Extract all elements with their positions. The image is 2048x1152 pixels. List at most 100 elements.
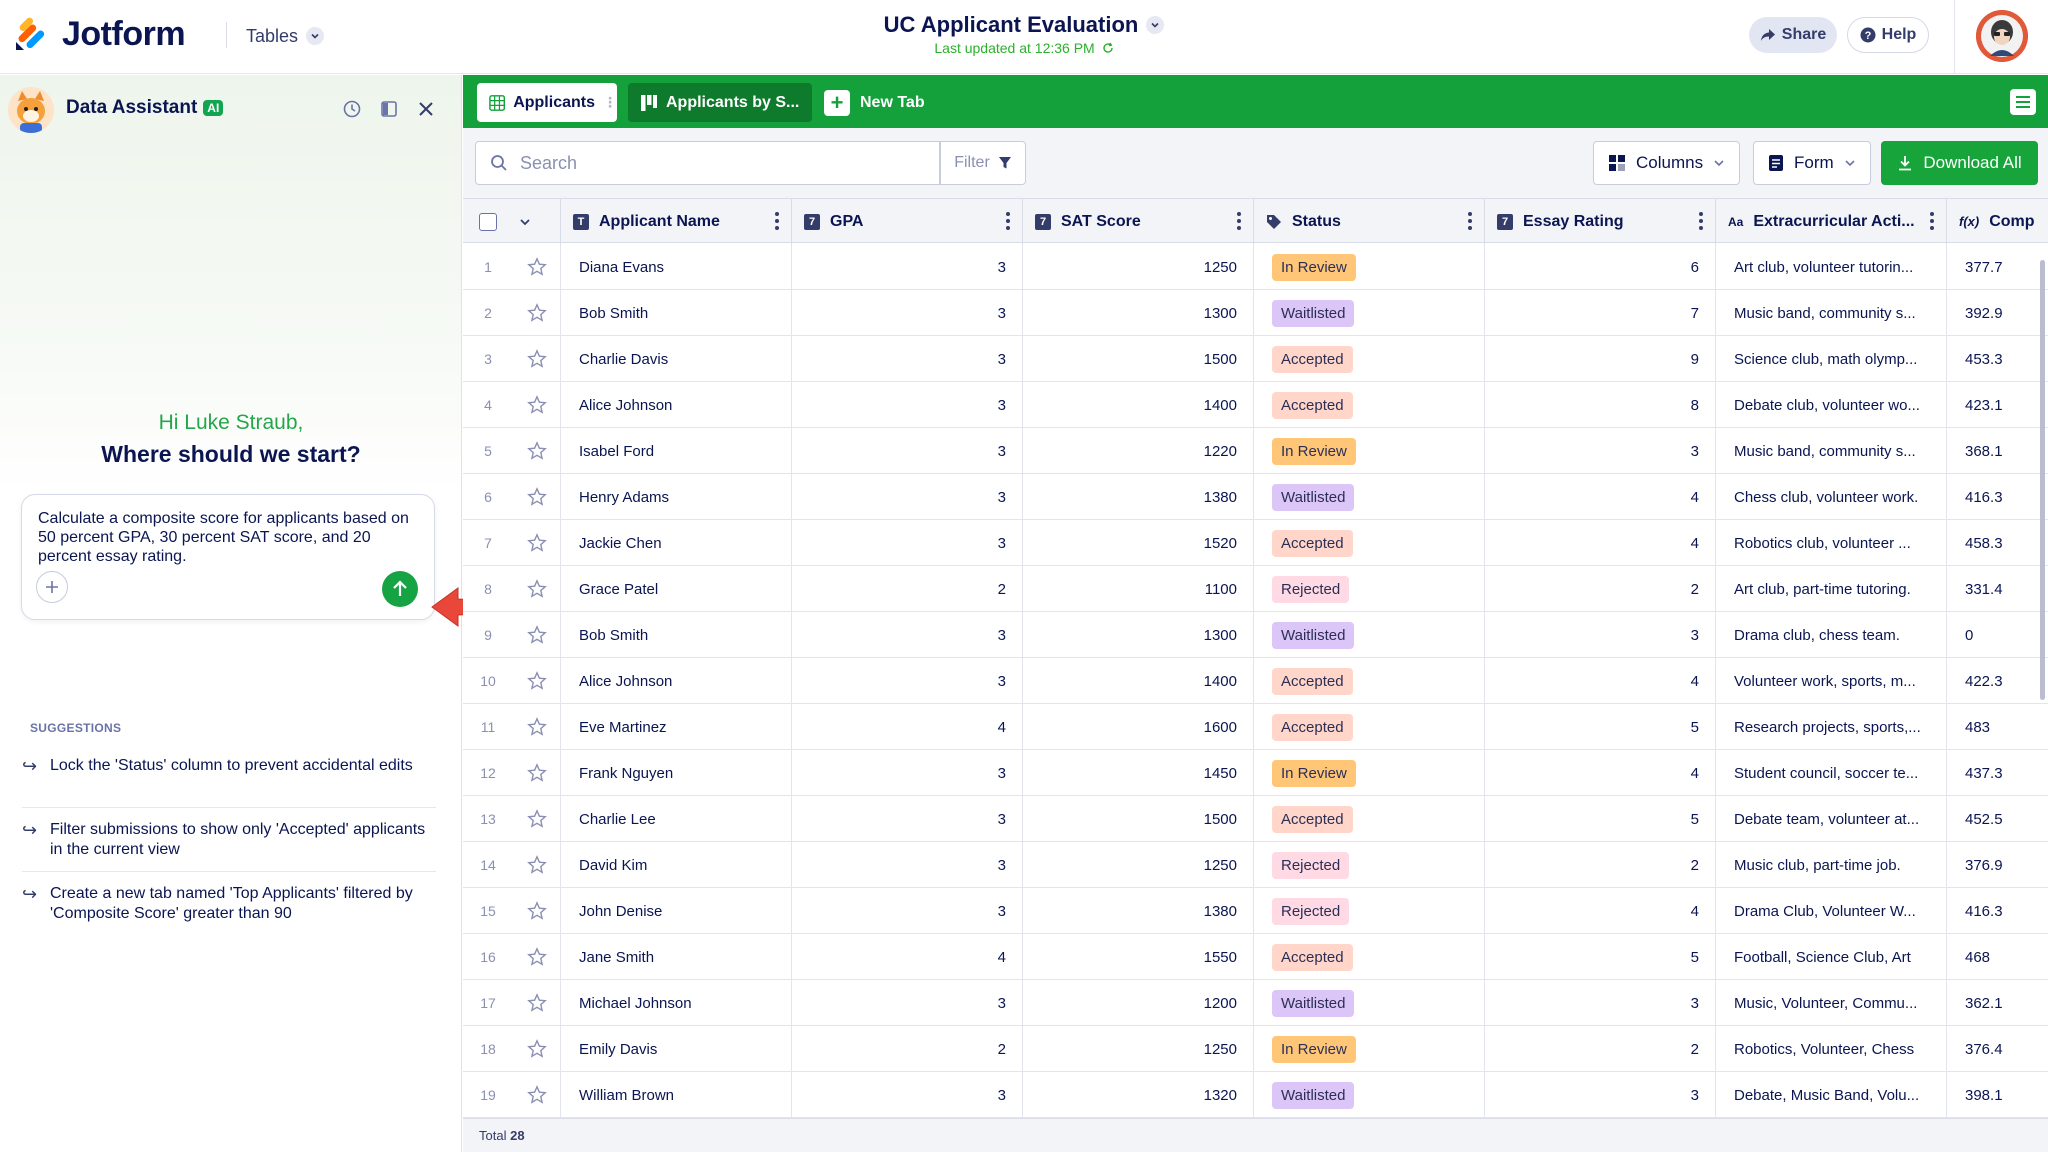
- essay-rating-cell[interactable]: 4: [1485, 658, 1716, 704]
- sat-score-cell[interactable]: 1380: [1023, 474, 1254, 520]
- applicant-name-cell[interactable]: Emily Davis: [561, 1026, 792, 1072]
- extracurricular-cell[interactable]: Debate, Music Band, Volu...: [1716, 1072, 1947, 1118]
- suggestion-item[interactable]: ↪ Filter submissions to show only 'Accep…: [22, 820, 436, 860]
- extracurricular-cell[interactable]: Chess club, volunteer work.: [1716, 474, 1947, 520]
- applicant-name-cell[interactable]: Bob Smith: [561, 612, 792, 658]
- new-tab-button[interactable]: + New Tab: [824, 83, 925, 122]
- gpa-cell[interactable]: 4: [792, 704, 1023, 750]
- sat-score-cell[interactable]: 1220: [1023, 428, 1254, 474]
- column-header-composite[interactable]: f(x) Comp: [1947, 199, 2048, 244]
- composite-score-cell[interactable]: 331.4: [1947, 566, 2048, 612]
- composite-score-cell[interactable]: 458.3: [1947, 520, 2048, 566]
- table-row[interactable]: 2 Bob Smith 3 1300 Waitlisted 7 Music band, co…: [463, 290, 2048, 336]
- composite-score-cell[interactable]: 377.7: [1947, 244, 2048, 290]
- composite-score-cell[interactable]: 422.3: [1947, 658, 2048, 704]
- column-header-applicant-name[interactable]: T Applicant Name: [561, 199, 792, 244]
- essay-rating-cell[interactable]: 4: [1485, 888, 1716, 934]
- table-row[interactable]: 15 John Denise 3 1380 Rejected 4 Drama Club, V…: [463, 888, 2048, 934]
- star-icon[interactable]: [513, 290, 561, 336]
- star-icon[interactable]: [513, 658, 561, 704]
- download-all-button[interactable]: Download All: [1881, 141, 2038, 185]
- table-row[interactable]: 16 Jane Smith 4 1550 Accepted 5 Football, Scie…: [463, 934, 2048, 980]
- essay-rating-cell[interactable]: 2: [1485, 1026, 1716, 1072]
- chevron-down-icon[interactable]: [519, 216, 531, 228]
- table-row[interactable]: 19 William Brown 3 1320 Waitlisted 3 Debate, M…: [463, 1072, 2048, 1118]
- select-all-checkbox[interactable]: [479, 212, 497, 231]
- gpa-cell[interactable]: 3: [792, 1072, 1023, 1118]
- extracurricular-cell[interactable]: Music band, community s...: [1716, 428, 1947, 474]
- status-cell[interactable]: Accepted: [1254, 382, 1485, 428]
- essay-rating-cell[interactable]: 9: [1485, 336, 1716, 382]
- status-cell[interactable]: Rejected: [1254, 888, 1485, 934]
- sidebar-toggle-icon[interactable]: [377, 97, 401, 121]
- table-row[interactable]: 6 Henry Adams 3 1380 Waitlisted 4 Chess club, …: [463, 474, 2048, 520]
- extracurricular-cell[interactable]: Student council, soccer te...: [1716, 750, 1947, 796]
- extracurricular-cell[interactable]: Music, Volunteer, Commu...: [1716, 980, 1947, 1026]
- prompt-text[interactable]: Calculate a composite score for applican…: [38, 509, 423, 566]
- gpa-cell[interactable]: 3: [792, 658, 1023, 704]
- composite-score-cell[interactable]: 416.3: [1947, 474, 2048, 520]
- applicant-name-cell[interactable]: Alice Johnson: [561, 382, 792, 428]
- column-menu-icon[interactable]: [1468, 212, 1472, 230]
- essay-rating-cell[interactable]: 2: [1485, 566, 1716, 612]
- column-menu-icon[interactable]: [1930, 212, 1934, 230]
- suggestion-item[interactable]: ↪ Lock the 'Status' column to prevent ac…: [22, 756, 436, 776]
- star-icon[interactable]: [513, 842, 561, 888]
- column-menu-icon[interactable]: [1006, 212, 1010, 230]
- sat-score-cell[interactable]: 1300: [1023, 612, 1254, 658]
- column-menu-icon[interactable]: [1237, 212, 1241, 230]
- extracurricular-cell[interactable]: Music club, part-time job.: [1716, 842, 1947, 888]
- extracurricular-cell[interactable]: Art club, part-time tutoring.: [1716, 566, 1947, 612]
- gpa-cell[interactable]: 3: [792, 796, 1023, 842]
- applicant-name-cell[interactable]: Alice Johnson: [561, 658, 792, 704]
- star-icon[interactable]: [513, 934, 561, 980]
- gpa-cell[interactable]: 3: [792, 382, 1023, 428]
- table-row[interactable]: 5 Isabel Ford 3 1220 In Review 3 Music band, c…: [463, 428, 2048, 474]
- status-cell[interactable]: Accepted: [1254, 658, 1485, 704]
- composite-score-cell[interactable]: 398.1: [1947, 1072, 2048, 1118]
- status-cell[interactable]: Accepted: [1254, 704, 1485, 750]
- composite-score-cell[interactable]: 362.1: [1947, 980, 2048, 1026]
- column-menu-icon[interactable]: [1699, 212, 1703, 230]
- extracurricular-cell[interactable]: Science club, math olymp...: [1716, 336, 1947, 382]
- essay-rating-cell[interactable]: 5: [1485, 704, 1716, 750]
- composite-score-cell[interactable]: 392.9: [1947, 290, 2048, 336]
- sat-score-cell[interactable]: 1520: [1023, 520, 1254, 566]
- jotform-logo[interactable]: Jotform: [14, 14, 186, 54]
- star-icon[interactable]: [513, 566, 561, 612]
- tab-applicants-by[interactable]: Applicants by S...: [628, 83, 812, 122]
- essay-rating-cell[interactable]: 5: [1485, 934, 1716, 980]
- applicant-name-cell[interactable]: Henry Adams: [561, 474, 792, 520]
- applicant-name-cell[interactable]: Bob Smith: [561, 290, 792, 336]
- sat-score-cell[interactable]: 1500: [1023, 336, 1254, 382]
- applicant-name-cell[interactable]: Isabel Ford: [561, 428, 792, 474]
- filter-button[interactable]: Filter: [940, 141, 1026, 185]
- user-avatar[interactable]: [1976, 10, 2028, 62]
- extracurricular-cell[interactable]: Drama club, chess team.: [1716, 612, 1947, 658]
- gpa-cell[interactable]: 3: [792, 842, 1023, 888]
- refresh-icon[interactable]: [1102, 42, 1114, 54]
- sat-score-cell[interactable]: 1250: [1023, 842, 1254, 888]
- history-icon[interactable]: [340, 97, 364, 121]
- sat-score-cell[interactable]: 1320: [1023, 1072, 1254, 1118]
- gpa-cell[interactable]: 3: [792, 290, 1023, 336]
- composite-score-cell[interactable]: 0: [1947, 612, 2048, 658]
- essay-rating-cell[interactable]: 4: [1485, 520, 1716, 566]
- sat-score-cell[interactable]: 1200: [1023, 980, 1254, 1026]
- extracurricular-cell[interactable]: Music band, community s...: [1716, 290, 1947, 336]
- star-icon[interactable]: [513, 520, 561, 566]
- applicant-name-cell[interactable]: John Denise: [561, 888, 792, 934]
- star-icon[interactable]: [513, 474, 561, 520]
- essay-rating-cell[interactable]: 5: [1485, 796, 1716, 842]
- status-cell[interactable]: Accepted: [1254, 520, 1485, 566]
- composite-score-cell[interactable]: 368.1: [1947, 428, 2048, 474]
- table-row[interactable]: 4 Alice Johnson 3 1400 Accepted 8 Debate club,…: [463, 382, 2048, 428]
- applicant-name-cell[interactable]: Grace Patel: [561, 566, 792, 612]
- status-cell[interactable]: Accepted: [1254, 336, 1485, 382]
- extracurricular-cell[interactable]: Drama Club, Volunteer W...: [1716, 888, 1947, 934]
- applicant-name-cell[interactable]: Michael Johnson: [561, 980, 792, 1026]
- sat-score-cell[interactable]: 1500: [1023, 796, 1254, 842]
- form-button[interactable]: Form: [1753, 141, 1871, 185]
- table-row[interactable]: 13 Charlie Lee 3 1500 Accepted 5 Debate team, …: [463, 796, 2048, 842]
- status-cell[interactable]: In Review: [1254, 428, 1485, 474]
